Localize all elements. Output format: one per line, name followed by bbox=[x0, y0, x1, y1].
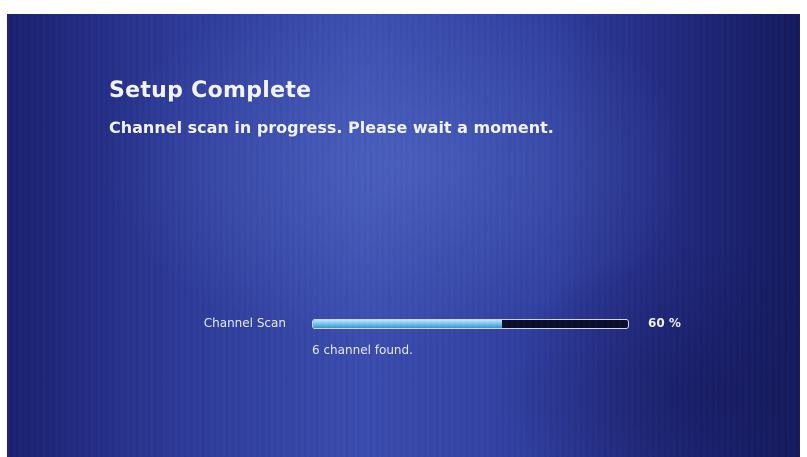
tv-setup-screen: Setup Complete Channel scan in progress.… bbox=[7, 14, 800, 457]
progress-percent: 60 % bbox=[648, 316, 681, 330]
channels-found-text: 6 channel found. bbox=[312, 343, 413, 357]
progress-fill bbox=[313, 320, 502, 328]
channel-scan-label: Channel Scan bbox=[203, 316, 286, 330]
page-title: Setup Complete bbox=[109, 78, 312, 103]
status-message: Channel scan in progress. Please wait a … bbox=[109, 118, 554, 137]
channel-scan-progress-bar bbox=[312, 319, 629, 329]
